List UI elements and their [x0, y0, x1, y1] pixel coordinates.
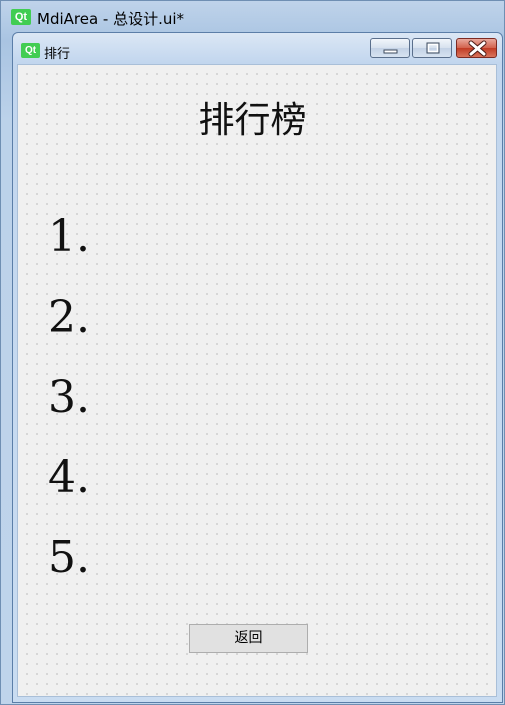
- maximize-button[interactable]: [412, 38, 452, 58]
- close-icon: [468, 40, 487, 57]
- rank-label-4: 4.: [48, 452, 90, 503]
- qt-logo-icon: Qt: [21, 43, 40, 58]
- qt-logo-icon: Qt: [11, 9, 31, 25]
- minimize-button[interactable]: [370, 38, 410, 58]
- rank-label-5: 5.: [48, 532, 90, 583]
- rank-label-1: 1.: [48, 211, 90, 262]
- leaderboard-heading: 排行榜: [198, 100, 307, 141]
- minimize-icon: [383, 49, 398, 54]
- close-button[interactable]: [456, 38, 497, 58]
- mdi-area-title-bar[interactable]: Qt MdiArea - 总设计.ui*: [1, 1, 504, 33]
- subwindow-title: 排行: [44, 47, 71, 62]
- mdi-area-title: MdiArea - 总设计.ui*: [37, 10, 185, 28]
- rank-label-2: 2.: [48, 292, 90, 343]
- maximize-icon: [426, 42, 440, 54]
- rank-label-3: 3.: [48, 372, 90, 423]
- back-button[interactable]: 返回: [189, 624, 308, 653]
